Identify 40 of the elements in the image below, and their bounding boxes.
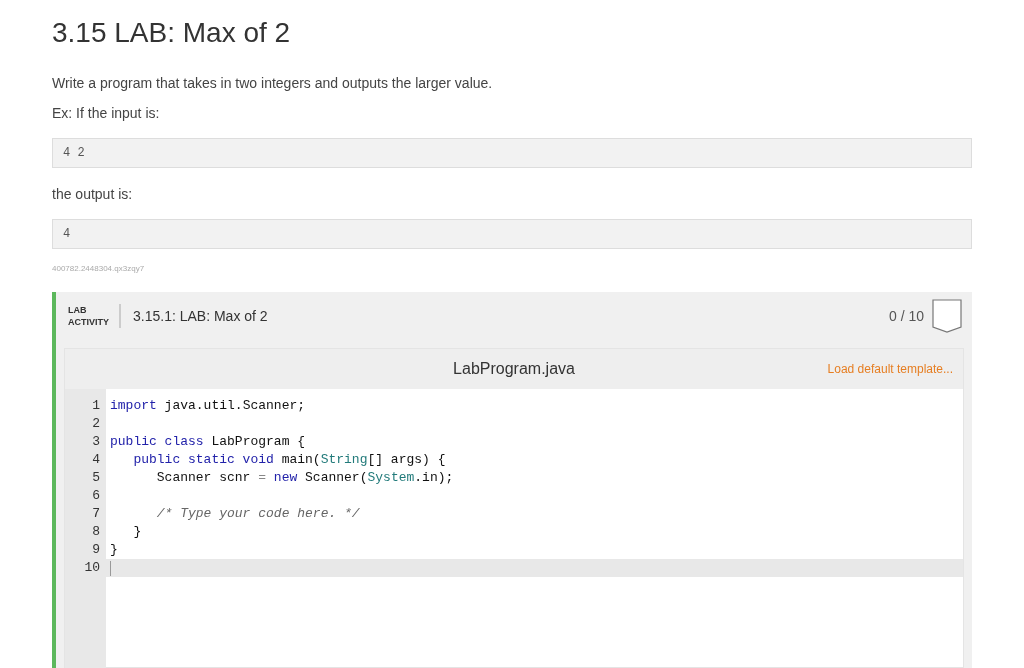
- activity-label: ACTIVITY: [68, 316, 109, 328]
- code-text: /* Type your code here. */: [155, 505, 360, 523]
- code-text: }: [110, 541, 118, 559]
- line-number: 2: [92, 415, 100, 433]
- code-text: import java.util.Scanner;: [110, 397, 306, 415]
- code-row[interactable]: 4 public static void main(String[] args) {: [65, 451, 963, 469]
- line-number: 7: [92, 505, 100, 523]
- code-text: public class LabProgram {: [110, 433, 306, 451]
- code-row[interactable]: 5 Scanner scnr = new Scanner(System.in);: [65, 469, 963, 487]
- filename-text: LabProgram.java: [453, 359, 575, 379]
- code-row[interactable]: 6: [65, 487, 963, 505]
- code-row[interactable]: 8 }: [65, 523, 963, 541]
- line-number: 9: [92, 541, 100, 559]
- code-text: }: [132, 523, 142, 541]
- code-row[interactable]: 3 public class LabProgram {: [65, 433, 963, 451]
- code-row[interactable]: 7 /* Type your code here. */: [65, 505, 963, 523]
- line-number: 5: [92, 469, 100, 487]
- text-cursor: [110, 560, 111, 576]
- output-intro-text: the output is:: [52, 185, 133, 203]
- code-text: public static void main(String[] args) {: [132, 451, 446, 469]
- description-text: Write a program that takes in two integers and outputs the larger value.: [52, 74, 493, 92]
- code-row[interactable]: 2: [65, 415, 963, 433]
- line-number: 3: [92, 433, 100, 451]
- page-title: 3.15 LAB: Max of 2: [52, 16, 291, 50]
- score-text: 0 / 10: [888, 306, 924, 326]
- line-number: 4: [92, 451, 100, 469]
- example-intro-text: Ex: If the input is:: [52, 104, 160, 122]
- lab-label: LAB: [68, 304, 88, 316]
- line-number: 1: [92, 397, 100, 415]
- line-number: 6: [92, 487, 100, 505]
- example-input-block: 4 2: [52, 138, 972, 168]
- code-row[interactable]: 9 }: [65, 541, 963, 559]
- code-text: Scanner scnr = new Scanner(System.in);: [155, 469, 454, 487]
- line-number: 10: [84, 559, 100, 577]
- code-row[interactable]: 1 import java.util.Scanner;: [65, 397, 963, 415]
- id-text: 400782.2448304.qx3zqy7: [52, 264, 145, 274]
- example-output-block: 4: [52, 219, 972, 249]
- activity-title: 3.15.1: LAB: Max of 2: [133, 306, 268, 326]
- shield-icon: [932, 299, 962, 333]
- line-number: 8: [92, 523, 100, 541]
